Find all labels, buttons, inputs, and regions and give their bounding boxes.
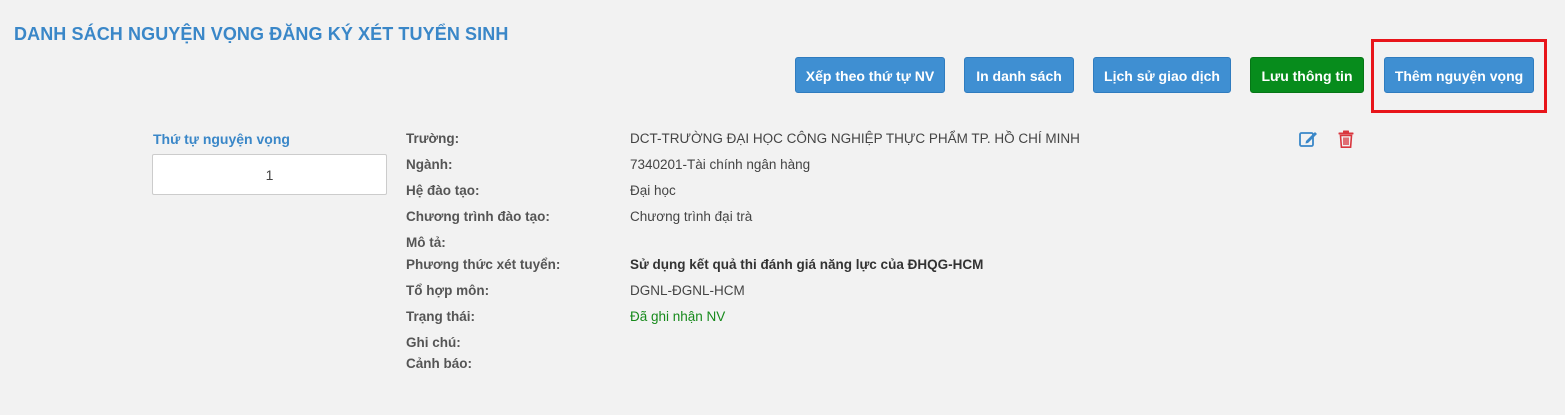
trash-icon[interactable] bbox=[1336, 129, 1356, 149]
detail-label-program: Chương trình đào tạo: bbox=[406, 209, 550, 224]
detail-value-admission-method: Sử dụng kết quả thi đánh giá năng lực củ… bbox=[630, 257, 984, 272]
detail-label-note: Ghi chú: bbox=[406, 335, 461, 350]
detail-label-training-system: Hệ đào tạo: bbox=[406, 183, 480, 198]
print-list-button[interactable]: In danh sách bbox=[964, 57, 1074, 93]
sort-by-order-button[interactable]: Xếp theo thứ tự NV bbox=[795, 57, 945, 93]
edit-icon[interactable] bbox=[1298, 129, 1318, 149]
detail-label-major: Ngành: bbox=[406, 157, 453, 172]
detail-value-subject-combination: DGNL-ĐGNL-HCM bbox=[630, 283, 745, 298]
wish-order-input[interactable] bbox=[152, 154, 387, 195]
detail-value-training-system: Đại học bbox=[630, 183, 676, 198]
detail-label-status: Trạng thái: bbox=[406, 309, 476, 324]
detail-value-major: 7340201-Tài chính ngân hàng bbox=[630, 157, 811, 172]
highlight-annotation-box bbox=[1371, 39, 1547, 113]
detail-label-subject-combination: Tổ hợp môn: bbox=[406, 283, 490, 298]
detail-label-warning: Cảnh báo: bbox=[406, 356, 472, 371]
transaction-history-button[interactable]: Lịch sử giao dịch bbox=[1093, 57, 1231, 93]
save-info-button[interactable]: Lưu thông tin bbox=[1250, 57, 1364, 93]
detail-label-description: Mô tả: bbox=[406, 235, 446, 250]
detail-value-program: Chương trình đại trà bbox=[630, 209, 753, 224]
page-title: DANH SÁCH NGUYỆN VỌNG ĐĂNG KÝ XÉT TUYỂN … bbox=[14, 24, 509, 44]
wish-order-label: Thứ tự nguyện vọng bbox=[153, 131, 290, 147]
detail-label-admission-method: Phương thức xét tuyển: bbox=[406, 257, 561, 272]
detail-label-school: Trường: bbox=[406, 131, 460, 146]
detail-value-status: Đã ghi nhận NV bbox=[630, 309, 726, 324]
detail-value-school: DCT-TRƯỜNG ĐẠI HỌC CÔNG NGHIỆP THỰC PHẨM… bbox=[630, 131, 1080, 146]
